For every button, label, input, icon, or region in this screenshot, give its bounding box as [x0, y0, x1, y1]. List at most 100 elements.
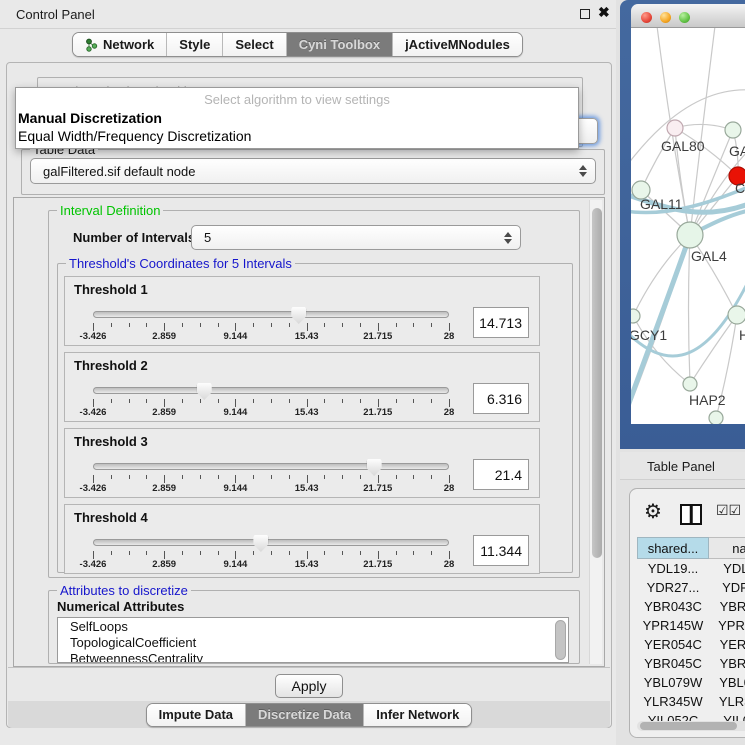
close-traffic-light-icon[interactable] [641, 12, 652, 23]
control-panel-window: Control Panel ✖ Network Style SelectCyni T… [0, 0, 616, 745]
columns-icon[interactable] [680, 504, 702, 525]
threshold-slider-track[interactable] [93, 463, 449, 470]
column-header-name[interactable]: name [709, 538, 745, 559]
table-cell[interactable]: YBR043C [709, 597, 745, 616]
table-cell[interactable]: YDR27... [709, 578, 745, 597]
threshold-panel-4: Threshold 4-3.4262.8599.14415.4321.71528 [64, 504, 540, 574]
threshold-slider-thumb[interactable] [253, 535, 268, 552]
threshold-slider-thumb[interactable] [367, 459, 382, 476]
scale-label: 15.43 [295, 559, 319, 570]
table-cell[interactable]: YPR145W [638, 616, 709, 635]
network-node-gal4[interactable] [677, 222, 703, 248]
network-node[interactable] [709, 411, 723, 424]
popup-option-manual[interactable]: Manual Discretization [16, 109, 578, 127]
popup-option-equal-width[interactable]: Equal Width/Frequency Discretization [16, 127, 578, 145]
threshold-slider-track[interactable] [93, 539, 449, 546]
node-label: HAP2 [689, 392, 726, 408]
minimize-traffic-light-icon[interactable] [660, 12, 671, 23]
table-row[interactable]: YER054CYER054C [638, 635, 745, 654]
scale-label: -3.426 [80, 483, 107, 494]
network-node-gal80[interactable] [667, 120, 683, 136]
zoom-traffic-light-icon[interactable] [679, 12, 690, 23]
threshold-value-field[interactable] [473, 535, 529, 566]
control-panel-titlebar: Control Panel ✖ [0, 0, 616, 29]
table-row[interactable]: YDR27...YDR27... [638, 578, 745, 597]
threshold-slider-thumb[interactable] [291, 307, 306, 324]
scale-label: 28 [444, 483, 455, 494]
scale-label: 21.715 [363, 483, 392, 494]
tab-style[interactable]: Style [167, 33, 223, 56]
network-node-ga[interactable] [725, 122, 741, 138]
slider-scale-labels: -3.4262.8599.14415.4321.71528 [93, 559, 449, 571]
scale-label: -3.426 [80, 331, 107, 342]
table-row[interactable]: YBR043CYBR043C [638, 597, 745, 616]
tab-network[interactable]: Network [73, 33, 167, 56]
number-of-intervals-combobox[interactable]: 5 [191, 225, 521, 250]
table-cell[interactable]: YBL079W [638, 673, 709, 692]
list-item[interactable]: BetweennessCentrality [58, 650, 568, 663]
close-icon[interactable]: ✖ [598, 4, 610, 21]
table-cell[interactable]: YBR045C [709, 654, 745, 673]
slider-scale-labels: -3.4262.8599.14415.4321.71528 [93, 483, 449, 495]
table-cell[interactable]: YDL19... [638, 559, 709, 578]
number-of-intervals-value: 5 [192, 230, 520, 245]
settings-scrollbar-track[interactable] [589, 200, 602, 664]
threshold-value-field[interactable] [473, 307, 529, 338]
tab-impute-data[interactable]: Impute Data [147, 704, 246, 726]
network-node-hap2[interactable] [683, 377, 697, 391]
select-columns-checkboxes-icon[interactable]: ☑☑ [716, 502, 741, 519]
tab-label: Style [179, 37, 210, 52]
tab-discretize-data[interactable]: Discretize Data [246, 704, 364, 726]
tab-cyni-toolbox[interactable]: Cyni Toolbox [287, 33, 393, 56]
list-item[interactable]: TopologicalCoefficient [58, 634, 568, 650]
node-label: GAL4 [691, 248, 727, 264]
table-hscrollbar-track[interactable] [637, 721, 745, 731]
network-node-gcy1[interactable] [631, 309, 640, 323]
threshold-value-field[interactable] [473, 383, 529, 414]
table-cell[interactable]: YPR145W [709, 616, 745, 635]
node-label: GCY1 [631, 327, 667, 343]
settings-scrollbar-thumb[interactable] [592, 208, 602, 558]
network-icon [85, 38, 98, 52]
table-row[interactable]: YLR345WYLR345W [638, 692, 745, 711]
table-cell[interactable]: YBL079W [709, 673, 745, 692]
table-cell[interactable]: YLR345W [638, 692, 709, 711]
list-item[interactable]: SelfLoops [58, 618, 568, 634]
table-row[interactable]: YBL079WYBL079W [638, 673, 745, 692]
network-nodes[interactable] [631, 120, 745, 424]
table-hscrollbar-thumb[interactable] [640, 722, 737, 730]
float-window-icon[interactable] [580, 9, 590, 19]
threshold-slider-track[interactable] [93, 311, 449, 318]
numerical-attributes-list[interactable]: SelfLoopsTopologicalCoefficientBetweenne… [57, 617, 569, 663]
tab-infer-network[interactable]: Infer Network [364, 704, 471, 726]
table-row[interactable]: YBR045CYBR045C [638, 654, 745, 673]
bottom-tab-strip: Impute DataDiscretize DataInfer Network [8, 701, 610, 728]
slider-ticks [93, 399, 449, 407]
scale-label: 15.43 [295, 331, 319, 342]
table-cell[interactable]: YDR27... [638, 578, 709, 597]
scale-label: 2.859 [152, 331, 176, 342]
list-scrollbar[interactable] [555, 620, 566, 660]
scale-label: 2.859 [152, 407, 176, 418]
slider-ticks [93, 323, 449, 331]
threshold-slider-thumb[interactable] [197, 383, 212, 400]
gear-icon[interactable]: ⚙ [644, 499, 662, 524]
tab-jactivemnodules[interactable]: jActiveMNodules [393, 33, 522, 56]
threshold-slider-track[interactable] [93, 387, 449, 394]
table-cell[interactable]: YDL19... [709, 559, 745, 578]
network-node-h[interactable] [728, 306, 745, 324]
table-data-combobox[interactable]: galFiltered.sif default node [30, 158, 596, 184]
node-label: GAL11 [640, 196, 683, 212]
table-row[interactable]: YPR145WYPR145W [638, 616, 745, 635]
table-cell[interactable]: YER054C [709, 635, 745, 654]
table-row[interactable]: YDL19...YDL19... [638, 559, 745, 578]
network-canvas[interactable]: GAL80GACGAL11GAL4GCY1HHAP2 [631, 28, 745, 424]
table-cell[interactable]: YBR045C [638, 654, 709, 673]
table-cell[interactable]: YER054C [638, 635, 709, 654]
apply-button[interactable]: Apply [275, 674, 343, 698]
tab-select[interactable]: Select [223, 33, 286, 56]
table-cell[interactable]: YLR345W [709, 692, 745, 711]
threshold-value-field[interactable] [473, 459, 529, 490]
column-header-shared-name[interactable]: shared... [638, 538, 709, 559]
table-cell[interactable]: YBR043C [638, 597, 709, 616]
